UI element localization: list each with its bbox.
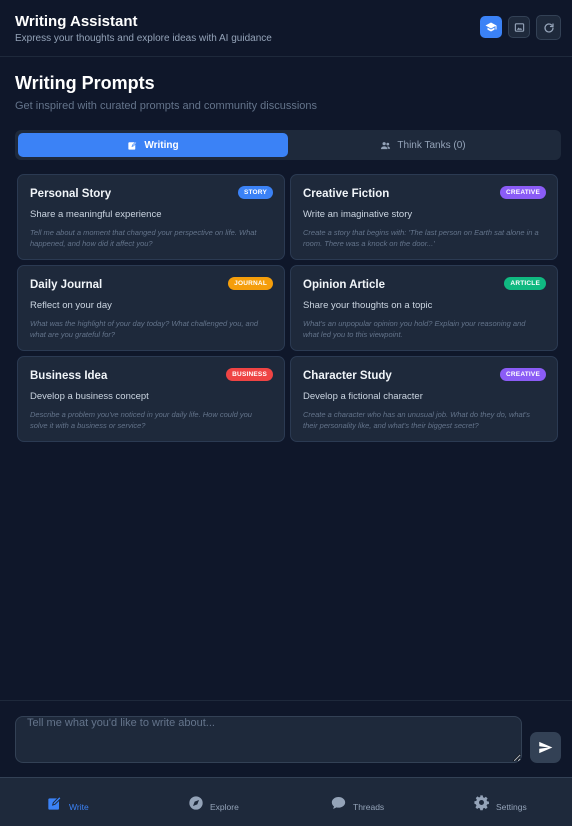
- prompt-card-description: Write an imaginative story: [303, 209, 413, 220]
- prompt-card-description: Develop a business concept: [30, 391, 149, 402]
- nav-threads[interactable]: Threads: [330, 778, 384, 826]
- refresh-icon: [543, 22, 554, 33]
- app-title: Writing Assistant: [15, 13, 138, 30]
- bottom-nav: Write Explore Threads Settings: [0, 777, 572, 826]
- prompt-card-description: Develop a fictional character: [303, 391, 423, 402]
- graduation-cap-icon: [485, 22, 497, 32]
- learn-mode-button[interactable]: [480, 16, 502, 38]
- nav-explore[interactable]: Explore: [188, 778, 239, 826]
- users-icon: [381, 141, 391, 149]
- category-badge: STORY: [237, 186, 273, 199]
- image-icon: [514, 22, 524, 32]
- prompt-card-character-study[interactable]: Character Study CREATIVE Develop a ficti…: [290, 356, 558, 442]
- prompt-card-creative-fiction[interactable]: Creative Fiction CREATIVE Write an imagi…: [290, 174, 558, 260]
- prompt-grid: Personal Story STORY Share a meaningful …: [17, 174, 558, 442]
- prompt-card-title: Creative Fiction: [303, 188, 390, 200]
- category-badge: JOURNAL: [228, 277, 273, 290]
- nav-settings-label: Settings: [496, 801, 527, 812]
- prompt-card-title: Daily Journal: [30, 279, 103, 291]
- send-icon: [539, 741, 553, 754]
- prompt-card-text: What was the highlight of your day today…: [30, 319, 259, 339]
- edit-icon: [48, 795, 62, 810]
- chat-icon: [331, 796, 346, 809]
- tab-think-tanks[interactable]: Think Tanks (0): [288, 133, 558, 157]
- message-input[interactable]: [15, 716, 522, 763]
- prompt-card-personal-story[interactable]: Personal Story STORY Share a meaningful …: [17, 174, 285, 260]
- tab-writing[interactable]: Writing: [18, 133, 288, 157]
- prompt-card-title: Personal Story: [30, 188, 112, 200]
- prompt-card-text: Tell me about a moment that changed your…: [30, 228, 257, 248]
- tab-writing-label: Writing: [144, 139, 179, 151]
- prompt-card-text: Describe a problem you've noticed in you…: [30, 410, 252, 430]
- app-header: Writing Assistant Express your thoughts …: [0, 0, 572, 57]
- nav-write-label: Write: [69, 801, 89, 812]
- tab-bar: Writing Think Tanks (0): [15, 130, 561, 160]
- send-button[interactable]: [530, 732, 561, 763]
- app-subtitle: Express your thoughts and explore ideas …: [15, 33, 272, 44]
- prompt-card-text: Create a story that begins with: 'The la…: [303, 228, 539, 248]
- prompt-card-text: Create a character who has an unusual jo…: [303, 410, 530, 430]
- nav-threads-label: Threads: [353, 801, 385, 812]
- prompt-card-text: What's an unpopular opinion you hold? Ex…: [303, 319, 526, 339]
- edit-icon: [128, 140, 138, 150]
- prompt-card-description: Reflect on your day: [30, 300, 112, 311]
- category-badge: CREATIVE: [500, 186, 546, 199]
- prompt-card-opinion-article[interactable]: Opinion Article ARTICLE Share your thoug…: [290, 265, 558, 351]
- prompt-card-business-idea[interactable]: Business Idea BUSINESS Develop a busines…: [17, 356, 285, 442]
- composer: [0, 700, 572, 777]
- prompt-card-description: Share a meaningful experience: [30, 209, 162, 220]
- nav-settings[interactable]: Settings: [473, 778, 527, 826]
- category-badge: ARTICLE: [504, 277, 546, 290]
- refresh-button[interactable]: [536, 15, 561, 40]
- category-badge: BUSINESS: [226, 368, 273, 381]
- prompt-card-title: Business Idea: [30, 370, 108, 382]
- prompt-card-description: Share your thoughts on a topic: [303, 300, 433, 311]
- section-title: Writing Prompts: [15, 73, 155, 93]
- prompt-card-daily-journal[interactable]: Daily Journal JOURNAL Reflect on your da…: [17, 265, 285, 351]
- prompt-card-title: Opinion Article: [303, 279, 385, 291]
- prompt-card-title: Character Study: [303, 370, 392, 382]
- nav-explore-label: Explore: [210, 801, 239, 812]
- image-button[interactable]: [508, 16, 530, 38]
- tab-think-tanks-label: Think Tanks (0): [397, 139, 466, 151]
- category-badge: CREATIVE: [500, 368, 546, 381]
- compass-icon: [189, 795, 203, 810]
- section-subtitle: Get inspired with curated prompts and co…: [15, 100, 318, 112]
- nav-write[interactable]: Write: [47, 778, 89, 826]
- gear-icon: [474, 795, 489, 811]
